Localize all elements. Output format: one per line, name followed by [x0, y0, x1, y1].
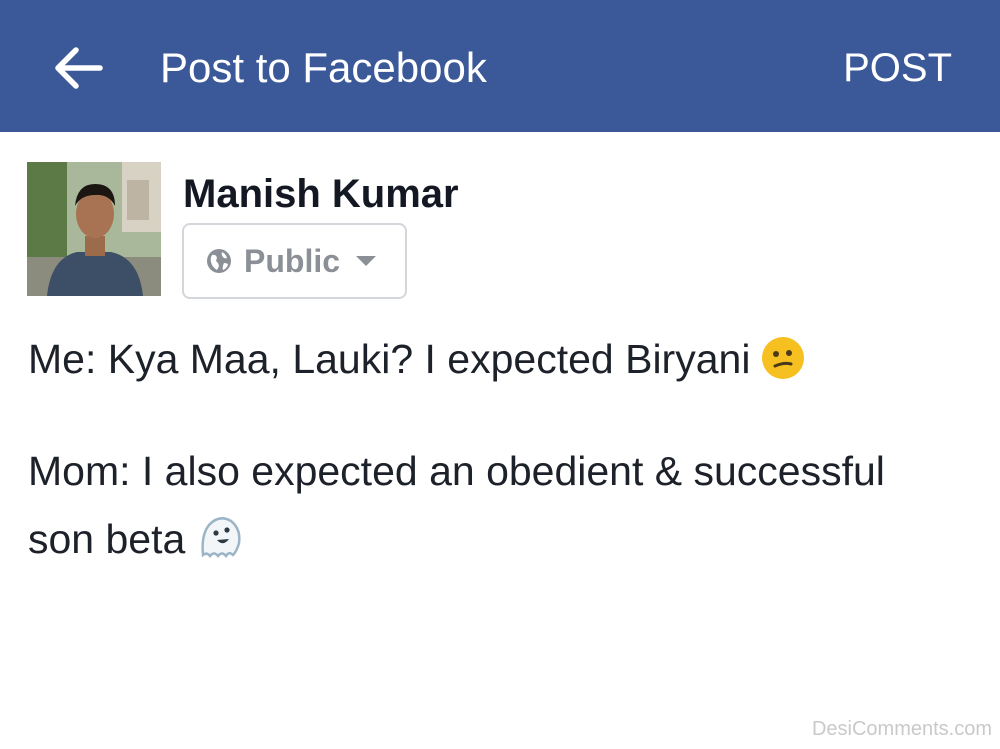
caret-down-icon [356, 256, 377, 266]
globe-icon [207, 249, 231, 273]
arrow-left-icon [55, 47, 103, 89]
post-composer-screen: Post to Facebook POST Manish Kumar Publi… [0, 0, 1000, 749]
avatar[interactable] [27, 162, 161, 296]
post-button[interactable]: POST [843, 38, 952, 98]
back-button[interactable] [40, 30, 116, 106]
post-text-line: son beta [28, 505, 978, 581]
privacy-label: Public [244, 242, 341, 279]
post-text-line: Me: Kya Maa, Lauki? I expected Biryani [28, 325, 978, 401]
post-text-line-2: Mom: I also expected an obedient & succe… [28, 448, 885, 494]
header-title: Post to Facebook [160, 44, 487, 91]
user-name[interactable]: Manish Kumar [183, 168, 459, 220]
privacy-selector[interactable]: Public [182, 223, 407, 299]
confused-face-emoji-icon [760, 333, 806, 401]
post-text-line-1: Me: Kya Maa, Lauki? I expected Biryani [28, 336, 751, 382]
app-header: Post to Facebook POST [0, 0, 1000, 132]
post-text-area[interactable]: Me: Kya Maa, Lauki? I expected Biryani M… [28, 325, 978, 581]
post-text-line: Mom: I also expected an obedient & succe… [28, 437, 978, 505]
ghost-emoji-icon [195, 511, 245, 581]
watermark: DesiComments.com [811, 718, 992, 740]
profile-photo [27, 162, 161, 296]
post-text-line-3: son beta [28, 516, 186, 562]
